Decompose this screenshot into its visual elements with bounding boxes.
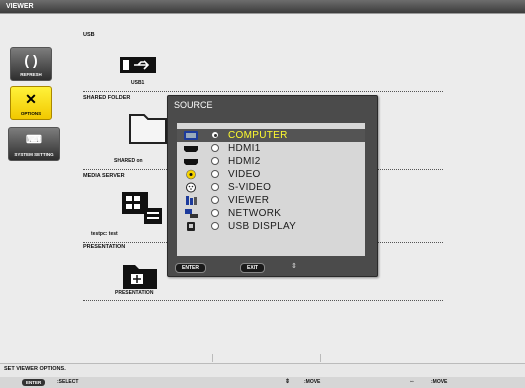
media-server-device-label[interactable]: testpc: test — [91, 231, 118, 237]
source-dialog: SOURCE COMPUTER HDMI1 HDMI2 VIDEO S-VIDE… — [167, 95, 378, 277]
up-down-arrows-icon: ⇕ — [285, 379, 291, 385]
options-button[interactable]: ✕ OPTIONS — [10, 86, 52, 120]
presentation-section-label: PRESENTATION — [83, 244, 126, 250]
radio-button[interactable] — [211, 157, 219, 165]
panel-separator — [212, 354, 213, 362]
source-option-hdmi2[interactable]: HDMI2 — [177, 155, 365, 168]
source-option-label: USB DISPLAY — [228, 221, 297, 232]
refresh-icon: ( ) — [24, 52, 38, 68]
options-label: OPTIONS — [20, 111, 42, 116]
window-titlebar: VIEWER — [0, 0, 525, 13]
panel-separator — [320, 354, 321, 362]
select-hint: :SELECT — [57, 379, 79, 385]
media-server-icon[interactable] — [122, 192, 162, 226]
video-port-icon — [186, 169, 196, 180]
radio-button[interactable] — [211, 196, 219, 204]
key-guide: ENTER :SELECT ⇕ :MOVE ⇔ :MOVE — [0, 377, 525, 388]
source-option-viewer[interactable]: VIEWER — [177, 194, 365, 207]
viewer-icon — [186, 196, 197, 205]
computer-port-icon — [184, 131, 198, 140]
radio-button[interactable] — [211, 131, 219, 139]
shared-folder-device-label[interactable]: SHARED on — [114, 158, 143, 164]
up-down-arrows-icon: ⇕ — [291, 263, 297, 270]
hdmi-port-icon — [184, 159, 198, 165]
source-option-label: HDMI2 — [228, 156, 261, 167]
source-option-label: VIDEO — [228, 169, 261, 180]
s-video-port-icon — [186, 182, 196, 193]
dialog-title: SOURCE — [174, 100, 213, 110]
source-option-hdmi1[interactable]: HDMI1 — [177, 142, 365, 155]
refresh-label: REFRESH — [20, 72, 42, 77]
usb-display-icon — [187, 222, 195, 231]
left-right-arrows-icon: ⇔ — [409, 379, 415, 385]
system-setting-label: SYSTEM SETTING — [14, 152, 54, 157]
source-option-video[interactable]: VIDEO — [177, 168, 365, 181]
system-setting-button[interactable]: ⌨ SYSTEM SETTING — [8, 127, 60, 161]
enter-button[interactable]: ENTER — [175, 263, 206, 273]
source-option-label: NETWORK — [228, 208, 282, 219]
refresh-button[interactable]: ( ) REFRESH — [10, 47, 52, 81]
source-option-s-video[interactable]: S-VIDEO — [177, 181, 365, 194]
source-option-network[interactable]: NETWORK — [177, 207, 365, 220]
radio-button[interactable] — [211, 222, 219, 230]
radio-button[interactable] — [211, 183, 219, 191]
shared-folder-icon[interactable] — [128, 111, 168, 145]
dialog-key-guide: ENTER EXIT ⇕ — [168, 260, 377, 274]
divider — [83, 300, 443, 301]
media-server-section-label: MEDIA SERVER — [83, 173, 125, 179]
tools-icon: ✕ — [25, 91, 37, 107]
keyboard-wrench-icon: ⌨ — [26, 134, 42, 146]
window-title: VIEWER — [6, 3, 34, 10]
usb-section-label: USB — [83, 32, 95, 38]
source-option-label: S-VIDEO — [228, 182, 272, 193]
source-option-usb-display[interactable]: USB DISPLAY — [177, 220, 365, 233]
presentation-device-label[interactable]: PRESENTATION — [115, 290, 153, 296]
source-option-label: VIEWER — [228, 195, 270, 206]
usb-drive-icon[interactable] — [120, 55, 158, 75]
shared-folder-section-label: SHARED FOLDER — [83, 95, 131, 101]
hdmi-port-icon — [184, 146, 198, 152]
status-message: SET VIEWER OPTIONS. — [4, 366, 66, 372]
usb-device-label[interactable]: USB1 — [131, 80, 144, 86]
enter-key-badge: ENTER — [22, 379, 46, 386]
source-option-label: COMPUTER — [228, 130, 288, 141]
status-bar: SET VIEWER OPTIONS. ENTER :SELECT ⇕ :MOV… — [0, 363, 525, 388]
divider — [83, 91, 443, 92]
source-option-label: HDMI1 — [228, 143, 261, 154]
network-icon — [185, 209, 198, 218]
radio-button[interactable] — [211, 144, 219, 152]
radio-button[interactable] — [211, 170, 219, 178]
exit-button[interactable]: EXIT — [240, 263, 266, 273]
radio-button[interactable] — [211, 209, 219, 217]
move-hint-horizontal: :MOVE — [431, 379, 448, 385]
source-option-list: COMPUTER HDMI1 HDMI2 VIDEO S-VIDEO VIEWE… — [177, 123, 365, 256]
presentation-icon[interactable] — [121, 261, 159, 291]
move-hint-vertical: :MOVE — [304, 379, 321, 385]
source-option-computer[interactable]: COMPUTER — [177, 129, 365, 142]
